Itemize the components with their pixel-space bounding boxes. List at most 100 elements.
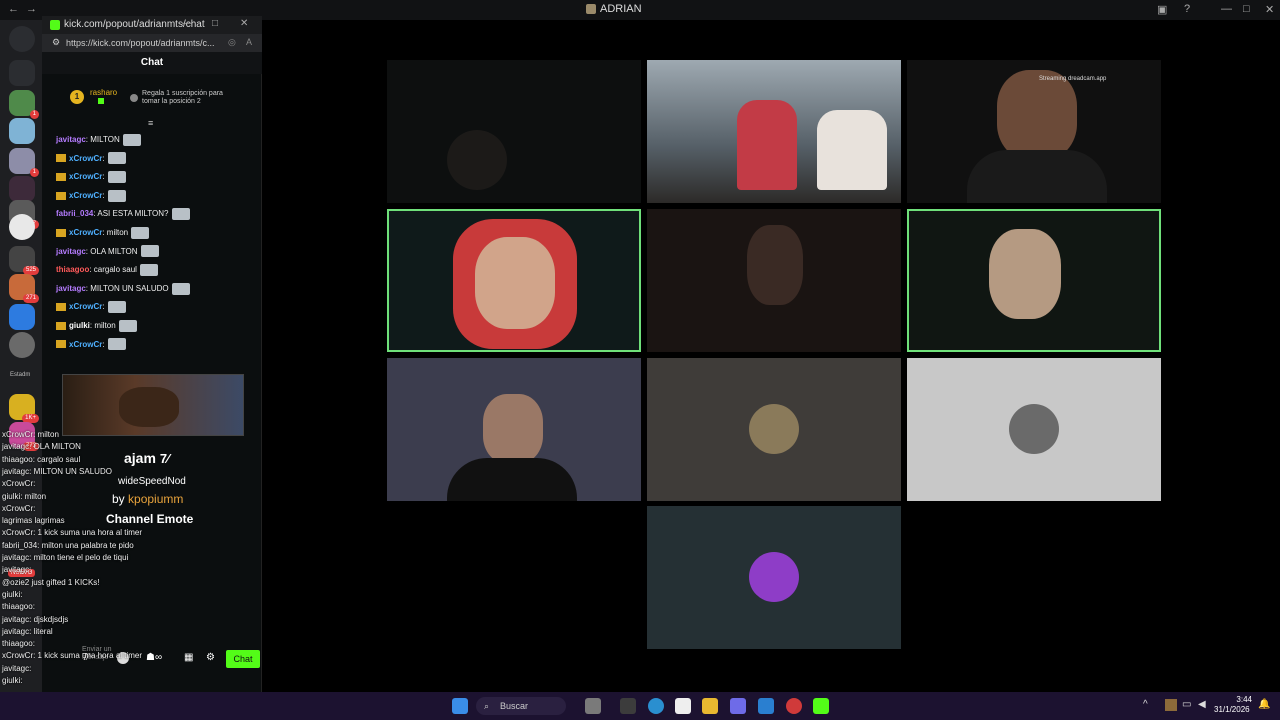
emote-author: by kpopiumm bbox=[112, 492, 184, 506]
server-icon[interactable]: 1 bbox=[9, 90, 39, 119]
address-bar[interactable]: ⚙ https://kick.com/popout/adrianmts/c...… bbox=[42, 34, 262, 52]
stream-tile-5[interactable] bbox=[647, 209, 901, 352]
notification-icon[interactable]: 🔔 bbox=[1258, 699, 1270, 710]
server-icon[interactable] bbox=[9, 304, 35, 330]
stream-tile-9[interactable] bbox=[907, 358, 1161, 501]
chat-popout-window: kick.com/popout/adrianmts/chat — □ ✕ ⚙ h… bbox=[8, 16, 262, 692]
emote-image[interactable] bbox=[171, 208, 190, 221]
server-icon[interactable] bbox=[9, 332, 35, 358]
chat-username[interactable]: xCrowCr bbox=[69, 172, 102, 181]
volume-icon[interactable]: ◀ bbox=[1198, 699, 1206, 710]
minimize-icon[interactable]: — bbox=[182, 18, 192, 29]
chat-username[interactable]: thiaagoo bbox=[56, 265, 89, 274]
start-icon[interactable] bbox=[452, 698, 468, 714]
chat-username[interactable]: xCrowCr bbox=[69, 154, 102, 163]
chat-username[interactable]: javitagc bbox=[56, 247, 86, 256]
eye-off-icon[interactable]: ◎ bbox=[228, 37, 236, 48]
server-icon[interactable] bbox=[9, 118, 35, 144]
kick-icon[interactable] bbox=[813, 698, 829, 714]
overlay-chat-line: giulki: milton bbox=[2, 491, 47, 501]
discord-icon[interactable] bbox=[730, 698, 746, 714]
stream-tile-6[interactable] bbox=[907, 209, 1161, 352]
chat-send-button[interactable]: Chat bbox=[226, 650, 260, 668]
settings-icon[interactable]: ⚙ bbox=[206, 652, 215, 663]
edge-icon[interactable] bbox=[648, 698, 664, 714]
chat-username[interactable]: fabrii_034 bbox=[56, 209, 93, 218]
task-view-icon[interactable] bbox=[620, 698, 636, 714]
chat-username[interactable]: javitagc bbox=[56, 284, 86, 293]
server-icon[interactable] bbox=[9, 60, 35, 86]
discord-home-icon[interactable] bbox=[9, 26, 35, 52]
stream-tile-1[interactable] bbox=[387, 60, 641, 203]
store-icon[interactable]: ▦ bbox=[184, 652, 193, 663]
stream-tile-2[interactable] bbox=[647, 60, 901, 203]
emote-image[interactable] bbox=[122, 133, 141, 146]
server-icon[interactable]: 1 bbox=[9, 148, 39, 177]
overlay-chat-line: javitagc: MILTON UN SALUDO bbox=[2, 466, 112, 476]
server-icon[interactable]: 1K+ bbox=[9, 394, 39, 423]
stream-tile-4[interactable] bbox=[387, 209, 641, 352]
emote-image[interactable] bbox=[131, 226, 150, 239]
chrome-icon[interactable] bbox=[786, 698, 802, 714]
overlay-chat-line: javitagc: bbox=[2, 565, 32, 575]
server-icon[interactable]: 525 bbox=[9, 246, 39, 275]
stream-tile-10[interactable] bbox=[647, 506, 901, 649]
chat-username[interactable]: xCrowCr bbox=[69, 302, 102, 311]
emote-image[interactable] bbox=[171, 282, 190, 295]
clock-date[interactable]: 31/1/2026 bbox=[1214, 705, 1250, 714]
chat-text: : ASI ESTA MILTON? bbox=[93, 209, 169, 219]
site-info-icon[interactable]: ⚙ bbox=[52, 37, 60, 48]
tray-app-icon[interactable] bbox=[1165, 699, 1177, 711]
chat-username[interactable]: xCrowCr bbox=[69, 228, 102, 237]
server-icon[interactable]: 271 bbox=[9, 274, 39, 303]
person-silhouette bbox=[747, 225, 803, 305]
back-icon[interactable]: ← bbox=[8, 3, 19, 15]
widget-icon[interactable] bbox=[585, 698, 601, 714]
emote-image[interactable] bbox=[118, 319, 137, 332]
emote-variant: wideSpeedNod bbox=[118, 476, 186, 487]
chat-text: : bbox=[102, 302, 105, 312]
gift-sub-icon[interactable]: ☗∞ bbox=[146, 652, 162, 663]
stream-tile-8[interactable] bbox=[647, 358, 901, 501]
chat-text: : bbox=[102, 190, 105, 200]
minimize-icon[interactable]: — bbox=[1221, 3, 1232, 15]
chat-username[interactable]: xCrowCr bbox=[69, 340, 102, 349]
notepad-icon[interactable] bbox=[758, 698, 774, 714]
taskbar-search[interactable]: ⌕ Buscar bbox=[476, 697, 566, 715]
emote-image[interactable] bbox=[107, 338, 126, 351]
chat-username[interactable]: xCrowCr bbox=[69, 191, 102, 200]
emote-image[interactable] bbox=[107, 301, 126, 314]
overlay-chat-line: xCrowCr: milton bbox=[2, 430, 59, 439]
emote-image[interactable] bbox=[107, 152, 126, 165]
chat-message: xCrowCr: bbox=[56, 299, 126, 315]
scroll-toggle-icon[interactable]: ≡ bbox=[148, 118, 153, 128]
stream-tile-3[interactable]: Streaming dreadcam.app bbox=[907, 60, 1161, 203]
tray-chevron-icon[interactable]: ^ bbox=[1143, 699, 1148, 710]
help-icon[interactable]: ? bbox=[1184, 3, 1190, 15]
network-icon[interactable]: ▭ bbox=[1182, 699, 1191, 710]
store-icon[interactable] bbox=[675, 698, 691, 714]
person-silhouette bbox=[483, 394, 543, 464]
search-icon: ⌕ bbox=[484, 701, 490, 711]
stream-tile-7[interactable] bbox=[387, 358, 641, 501]
chat-username[interactable]: giulki bbox=[69, 321, 90, 330]
server-icon[interactable] bbox=[9, 176, 35, 202]
chat-message: xCrowCr: bbox=[56, 151, 126, 167]
emote-image[interactable] bbox=[140, 245, 159, 258]
chat-message: xCrowCr: bbox=[56, 169, 126, 185]
maximize-icon[interactable]: □ bbox=[212, 18, 218, 29]
forward-icon[interactable]: → bbox=[26, 3, 37, 15]
server-icon[interactable] bbox=[9, 214, 35, 240]
emote-image[interactable] bbox=[107, 171, 126, 184]
window-title: ADRIAN bbox=[600, 3, 642, 15]
maximize-icon[interactable]: □ bbox=[1243, 3, 1250, 15]
close-icon[interactable]: ✕ bbox=[1265, 3, 1274, 16]
emote-image[interactable] bbox=[139, 264, 158, 277]
close-icon[interactable]: ✕ bbox=[240, 18, 248, 29]
overlay-chat-line: xCrowCr: 1 kick suma una hora al timer bbox=[2, 528, 143, 538]
chat-username[interactable]: javitagc bbox=[56, 135, 86, 144]
emote-image[interactable] bbox=[107, 189, 126, 202]
read-aloud-icon[interactable]: A bbox=[246, 37, 252, 47]
folder-icon[interactable] bbox=[702, 698, 718, 714]
inbox-icon[interactable]: ▣ bbox=[1157, 3, 1167, 16]
